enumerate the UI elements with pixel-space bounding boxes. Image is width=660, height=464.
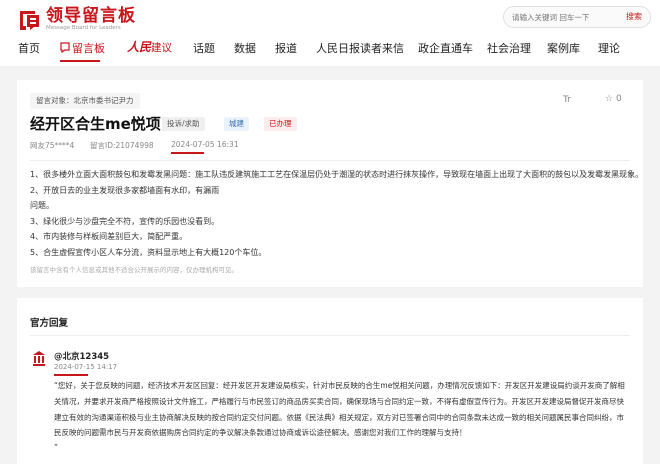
message-body-line: 2、开放日去的业主发现很多家都墙面有水印，有漏雨 bbox=[30, 186, 220, 195]
message-id-value: 21074998 bbox=[115, 141, 154, 150]
privacy-disclaimer: 该留言中含有个人信息或其他不适合公开展示的内容，仅办理机构可见。 bbox=[30, 266, 238, 274]
message-target-value: 北京市委书记尹力 bbox=[73, 96, 134, 105]
active-nav-indicator bbox=[60, 60, 100, 62]
nav-case-library[interactable]: 案例库 bbox=[547, 40, 580, 56]
site-logo[interactable]: 领导留言板 Message Board for Leaders bbox=[18, 7, 135, 33]
logo-mark-icon bbox=[20, 11, 39, 30]
search-box: 搜索 bbox=[503, 6, 651, 28]
nav-message-board-label: 留言板 bbox=[72, 42, 105, 55]
nav-message-board[interactable]: 留言板 bbox=[60, 40, 105, 56]
nav-people-suggestion[interactable]: 人民建议 bbox=[127, 38, 172, 55]
status-badge: 已办理 bbox=[264, 117, 297, 131]
nav-reports[interactable]: 报道 bbox=[275, 40, 297, 56]
search-button[interactable]: 搜索 bbox=[626, 11, 642, 22]
message-body-line: 3、绿化很少与沙盘完全不符，宣传的乐园也没看到。 bbox=[30, 217, 220, 226]
logo-title: 领导留言板 bbox=[46, 6, 136, 26]
reply-body-line: 关情况，并要求开发商严格按照设计文件施工，严格履行与市民签订的商品房买卖合同，确… bbox=[54, 397, 624, 406]
favorite-count: 0 bbox=[615, 94, 622, 104]
section-title: 官方回复 bbox=[30, 318, 69, 329]
reply-datetime: 2024-07-15 14:17 bbox=[54, 363, 118, 371]
reply-body-line: 建立有效的沟通渠道积极与业主协商解决反映的按合同约定交付问题。依据《民法典》相关… bbox=[54, 413, 624, 422]
message-title: 经开区合生me悦项目 bbox=[30, 115, 176, 133]
font-size-icon[interactable]: Tr bbox=[563, 95, 571, 105]
message-body-line: 4、市内装修与样板间差别巨大，简配严重。 bbox=[30, 232, 188, 241]
message-body-line: 5、合生虚假宣传小区人车分流，资料显示地上有大概120个车位。 bbox=[30, 248, 267, 257]
date-underline bbox=[171, 152, 204, 154]
reply-body-line: 民反映的问题需市民与开发商依据购房合同约定的争议解决条款通过协商或诉讼途径解决。… bbox=[54, 428, 467, 437]
main-nav: 首页 留言板 人民建议 话题 数据 报道 人民日报读者来信 政企直通车 社会治理… bbox=[0, 36, 660, 64]
message-datetime: 2024-07-05 16:31 bbox=[171, 140, 239, 149]
divider bbox=[30, 160, 630, 161]
nav-theory[interactable]: 理论 bbox=[598, 40, 620, 56]
logo-subtitle: Message Board for Leaders bbox=[46, 25, 121, 31]
reply-body-line: “您好，关于您反映的问题，经济技术开发区回复：经开发区开发建设局核实，针对市民反… bbox=[54, 381, 625, 390]
nav-readers-letters[interactable]: 人民日报读者来信 bbox=[316, 40, 404, 56]
message-target: 留言对象：北京市委书记尹力 bbox=[30, 93, 140, 109]
nav-home[interactable]: 首页 bbox=[18, 40, 40, 56]
message-id: 留言ID:21074998 bbox=[90, 140, 154, 151]
brand-suffix-text: 建议 bbox=[151, 42, 173, 54]
message-card: 留言对象：北京市委书记尹力 Tr ☆ 0 经开区合生me悦项目 投诉/求助 城建… bbox=[17, 80, 643, 287]
search-input[interactable] bbox=[512, 10, 612, 24]
star-icon: ☆ bbox=[605, 94, 614, 104]
nav-topics[interactable]: 话题 bbox=[193, 40, 215, 56]
message-id-label: 留言ID: bbox=[90, 141, 116, 150]
message-user: 网友75****4 bbox=[30, 141, 75, 150]
brand-script-text: 人民 bbox=[127, 40, 152, 54]
message-board-icon bbox=[60, 42, 70, 53]
message-body-line: 1、很多楼外立面大面积鼓包和发霉发黑问题：施工队违反建筑施工工艺在保温层仍处于潮… bbox=[30, 170, 644, 179]
nav-social-governance[interactable]: 社会治理 bbox=[487, 40, 531, 56]
message-body-line: 问题。 bbox=[30, 201, 54, 210]
nav-gov-enterprise[interactable]: 政企直通车 bbox=[418, 40, 473, 56]
building-icon bbox=[33, 351, 45, 366]
favorite-button[interactable]: ☆ 0 bbox=[605, 94, 622, 104]
divider bbox=[30, 335, 630, 336]
reply-date-underline bbox=[54, 374, 88, 376]
official-reply-card: 官方回复 @北京12345 2024-07-15 14:17 “您好，关于您反映… bbox=[17, 298, 643, 464]
top-header: 领导留言板 Message Board for Leaders 搜索 首页 留言… bbox=[0, 0, 660, 66]
tag-type[interactable]: 投诉/求助 bbox=[162, 117, 205, 131]
reply-org[interactable]: @北京12345 bbox=[54, 350, 109, 362]
message-target-label: 留言对象： bbox=[36, 96, 74, 105]
nav-data[interactable]: 数据 bbox=[234, 40, 256, 56]
tag-field[interactable]: 城建 bbox=[224, 117, 249, 131]
reply-body-line: ” bbox=[54, 443, 58, 452]
